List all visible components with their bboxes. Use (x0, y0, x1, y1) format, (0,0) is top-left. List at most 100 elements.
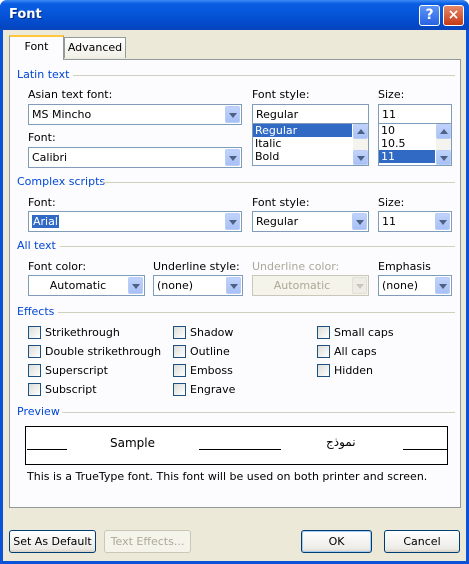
complex-size-label: Size: (378, 196, 405, 209)
tab-font-label: Font (24, 40, 49, 53)
section-complex-scripts: Complex scripts (17, 175, 106, 188)
latin-style-label: Font style: (252, 88, 310, 101)
small-caps-label: Small caps (334, 326, 394, 339)
hidden-label: Hidden (334, 364, 374, 377)
list-item[interactable]: Regular (253, 124, 352, 137)
scroll-up-icon[interactable] (353, 124, 368, 139)
checkbox-box[interactable] (28, 364, 41, 377)
checkbox-box[interactable] (28, 345, 41, 358)
underline-color-value: Automatic (273, 279, 331, 292)
latin-size-input[interactable]: 11 (378, 104, 452, 125)
checkbox-box[interactable] (173, 345, 186, 358)
preview-line (27, 449, 67, 450)
divider (102, 182, 455, 183)
latin-font-combo[interactable]: Calibri (28, 147, 242, 168)
chevron-down-icon[interactable] (225, 149, 240, 166)
complex-size-combo[interactable]: 11 (378, 211, 452, 232)
divider (58, 312, 455, 313)
preview-line (403, 449, 447, 450)
asian-font-label: Asian text font: (28, 88, 113, 101)
emphasis-mark-combo[interactable]: (none) (378, 275, 452, 296)
section-latin-text: Latin text (17, 68, 70, 81)
checkbox-box[interactable] (28, 383, 41, 396)
latin-font-value: Calibri (32, 151, 68, 164)
font-color-value: Automatic (49, 279, 107, 292)
tab-font[interactable]: Font (9, 35, 64, 60)
scrollbar[interactable] (436, 124, 451, 165)
close-icon: × (447, 7, 460, 23)
list-item[interactable]: Italic (253, 137, 368, 150)
latin-style-input[interactable]: Regular (252, 104, 369, 125)
double-strikethrough-label: Double strikethrough (45, 345, 162, 358)
complex-style-value: Regular (256, 215, 299, 228)
emboss-label: Emboss (190, 364, 233, 377)
asian-font-combo[interactable]: MS Mincho (28, 104, 242, 125)
underline-color-combo: Automatic (252, 275, 369, 296)
underline-style-label: Underline style: (153, 260, 240, 273)
complex-font-label: Font: (28, 196, 56, 209)
section-all-text: All text (17, 239, 56, 252)
preview-line (199, 449, 281, 450)
font-color-combo[interactable]: Automatic (28, 275, 145, 296)
chevron-down-icon[interactable] (435, 277, 450, 294)
chevron-down-icon[interactable] (225, 213, 240, 230)
divider (60, 246, 455, 247)
underline-color-label: Underline color: (252, 260, 340, 273)
checkbox-box[interactable] (317, 364, 330, 377)
list-item[interactable]: 11 (379, 150, 435, 163)
checkbox-box[interactable] (317, 345, 330, 358)
strikethrough-label: Strikethrough (45, 326, 120, 339)
emphasis-mark-value: (none) (382, 279, 419, 292)
checkbox-box[interactable] (173, 364, 186, 377)
shadow-label: Shadow (190, 326, 234, 339)
help-icon: ? (425, 7, 434, 23)
engrave-label: Engrave (190, 383, 236, 396)
complex-font-value: Arial (32, 215, 59, 228)
chevron-down-icon[interactable] (128, 277, 143, 294)
checkbox-box[interactable] (317, 326, 330, 339)
complex-size-value: 11 (382, 215, 396, 228)
chevron-down-icon (352, 277, 367, 294)
superscript-label: Superscript (45, 364, 108, 377)
section-preview: Preview (17, 405, 60, 418)
complex-style-combo[interactable]: Regular (252, 211, 369, 232)
close-button[interactable]: × (443, 5, 464, 26)
scroll-down-icon[interactable] (353, 150, 368, 165)
scroll-down-icon[interactable] (436, 150, 451, 165)
underline-style-combo[interactable]: (none) (153, 275, 243, 296)
font-color-label: Font color: (28, 260, 87, 273)
preview-note: This is a TrueType font. This font will … (27, 470, 428, 483)
latin-style-list[interactable]: Regular Italic Bold (252, 123, 369, 166)
divider (62, 412, 455, 413)
asian-font-value: MS Mincho (32, 108, 92, 121)
cancel-button[interactable]: Cancel (384, 530, 460, 553)
checkbox-box[interactable] (173, 383, 186, 396)
underline-style-value: (none) (157, 279, 194, 292)
subscript-label: Subscript (45, 383, 97, 396)
chevron-down-icon[interactable] (226, 277, 241, 294)
help-button[interactable]: ? (419, 5, 440, 26)
list-item[interactable]: Bold (253, 150, 368, 163)
tab-advanced[interactable]: Advanced (64, 37, 126, 58)
chevron-down-icon[interactable] (435, 213, 450, 230)
checkbox-box[interactable] (28, 326, 41, 339)
latin-size-value: 11 (382, 108, 396, 121)
scroll-up-icon[interactable] (436, 124, 451, 139)
latin-style-value: Regular (256, 108, 299, 121)
all-caps-label: All caps (334, 345, 377, 358)
checkbox-box[interactable] (173, 326, 186, 339)
tab-advanced-label: Advanced (67, 41, 123, 54)
scrollbar[interactable] (353, 124, 368, 165)
chevron-down-icon[interactable] (352, 213, 367, 230)
latin-size-list[interactable]: 10 10.5 11 (378, 123, 452, 166)
set-as-default-button[interactable]: Set As Default (9, 530, 96, 553)
latin-font-label: Font: (28, 131, 56, 144)
chevron-down-icon[interactable] (225, 106, 240, 123)
outline-label: Outline (190, 345, 230, 358)
ok-button[interactable]: OK (301, 530, 372, 553)
title-bar: Font ? × (0, 0, 469, 30)
preview-sample-text: Sample (110, 436, 155, 450)
font-dialog: Font ? × Font Advanced Latin text Asian … (0, 0, 469, 564)
preview-arabic-sample: نموذج (326, 435, 356, 449)
complex-font-combo[interactable]: Arial (28, 211, 242, 232)
